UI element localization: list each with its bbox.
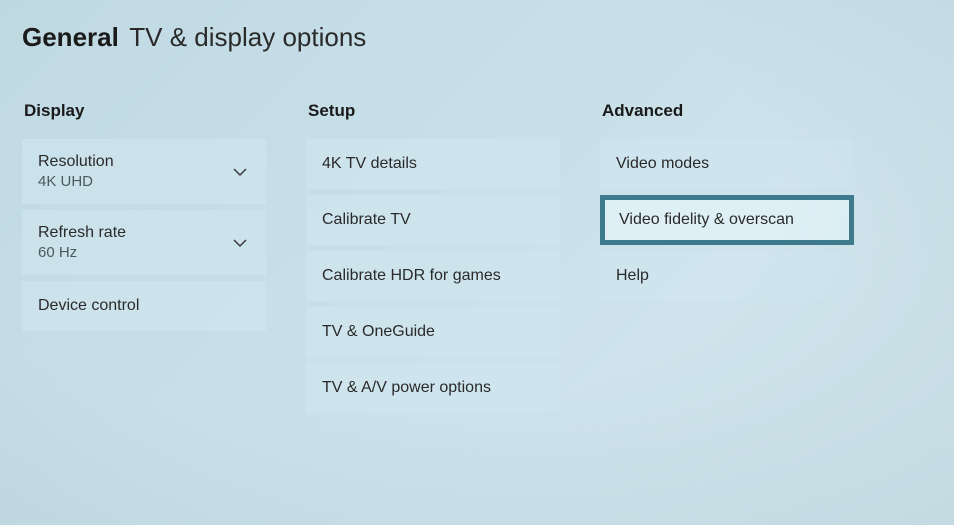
calibrate-hdr-button[interactable]: Calibrate HDR for games (306, 251, 560, 301)
video-fidelity-button[interactable]: Video fidelity & overscan (600, 195, 854, 245)
tv-oneguide-button[interactable]: TV & OneGuide (306, 307, 560, 357)
tv-oneguide-label: TV & OneGuide (322, 323, 435, 341)
resolution-labels: Resolution 4K UHD (38, 153, 114, 190)
refresh-rate-value: 60 Hz (38, 244, 126, 261)
refresh-rate-label: Refresh rate (38, 224, 126, 242)
resolution-label: Resolution (38, 153, 114, 171)
4k-tv-details-button[interactable]: 4K TV details (306, 139, 560, 189)
advanced-column: Advanced Video modes Video fidelity & ov… (600, 101, 854, 419)
resolution-dropdown[interactable]: Resolution 4K UHD (22, 139, 266, 204)
help-button[interactable]: Help (600, 251, 854, 301)
refresh-rate-dropdown[interactable]: Refresh rate 60 Hz (22, 210, 266, 275)
calibrate-tv-button[interactable]: Calibrate TV (306, 195, 560, 245)
header-general: General (22, 22, 119, 52)
device-control-label: Device control (38, 297, 139, 315)
calibrate-tv-label: Calibrate TV (322, 211, 411, 229)
refresh-rate-labels: Refresh rate 60 Hz (38, 224, 126, 261)
chevron-down-icon (230, 162, 250, 182)
setup-column-header: Setup (306, 101, 560, 121)
chevron-down-icon (230, 233, 250, 253)
settings-columns: Display Resolution 4K UHD Refresh rate 6… (0, 101, 954, 419)
calibrate-hdr-label: Calibrate HDR for games (322, 267, 501, 285)
4k-tv-details-label: 4K TV details (322, 155, 417, 173)
setup-column: Setup 4K TV details Calibrate TV Calibra… (306, 101, 560, 419)
help-label: Help (616, 267, 649, 285)
display-column: Display Resolution 4K UHD Refresh rate 6… (22, 101, 266, 419)
page-header: General TV & display options (0, 0, 954, 53)
video-modes-button[interactable]: Video modes (600, 139, 854, 189)
tv-av-power-button[interactable]: TV & A/V power options (306, 363, 560, 413)
tv-av-power-label: TV & A/V power options (322, 379, 491, 397)
video-fidelity-label: Video fidelity & overscan (619, 211, 794, 229)
resolution-value: 4K UHD (38, 173, 114, 190)
video-modes-label: Video modes (616, 155, 709, 173)
device-control-button[interactable]: Device control (22, 281, 266, 331)
header-subtitle: TV & display options (129, 22, 366, 52)
advanced-column-header: Advanced (600, 101, 854, 121)
display-column-header: Display (22, 101, 266, 121)
